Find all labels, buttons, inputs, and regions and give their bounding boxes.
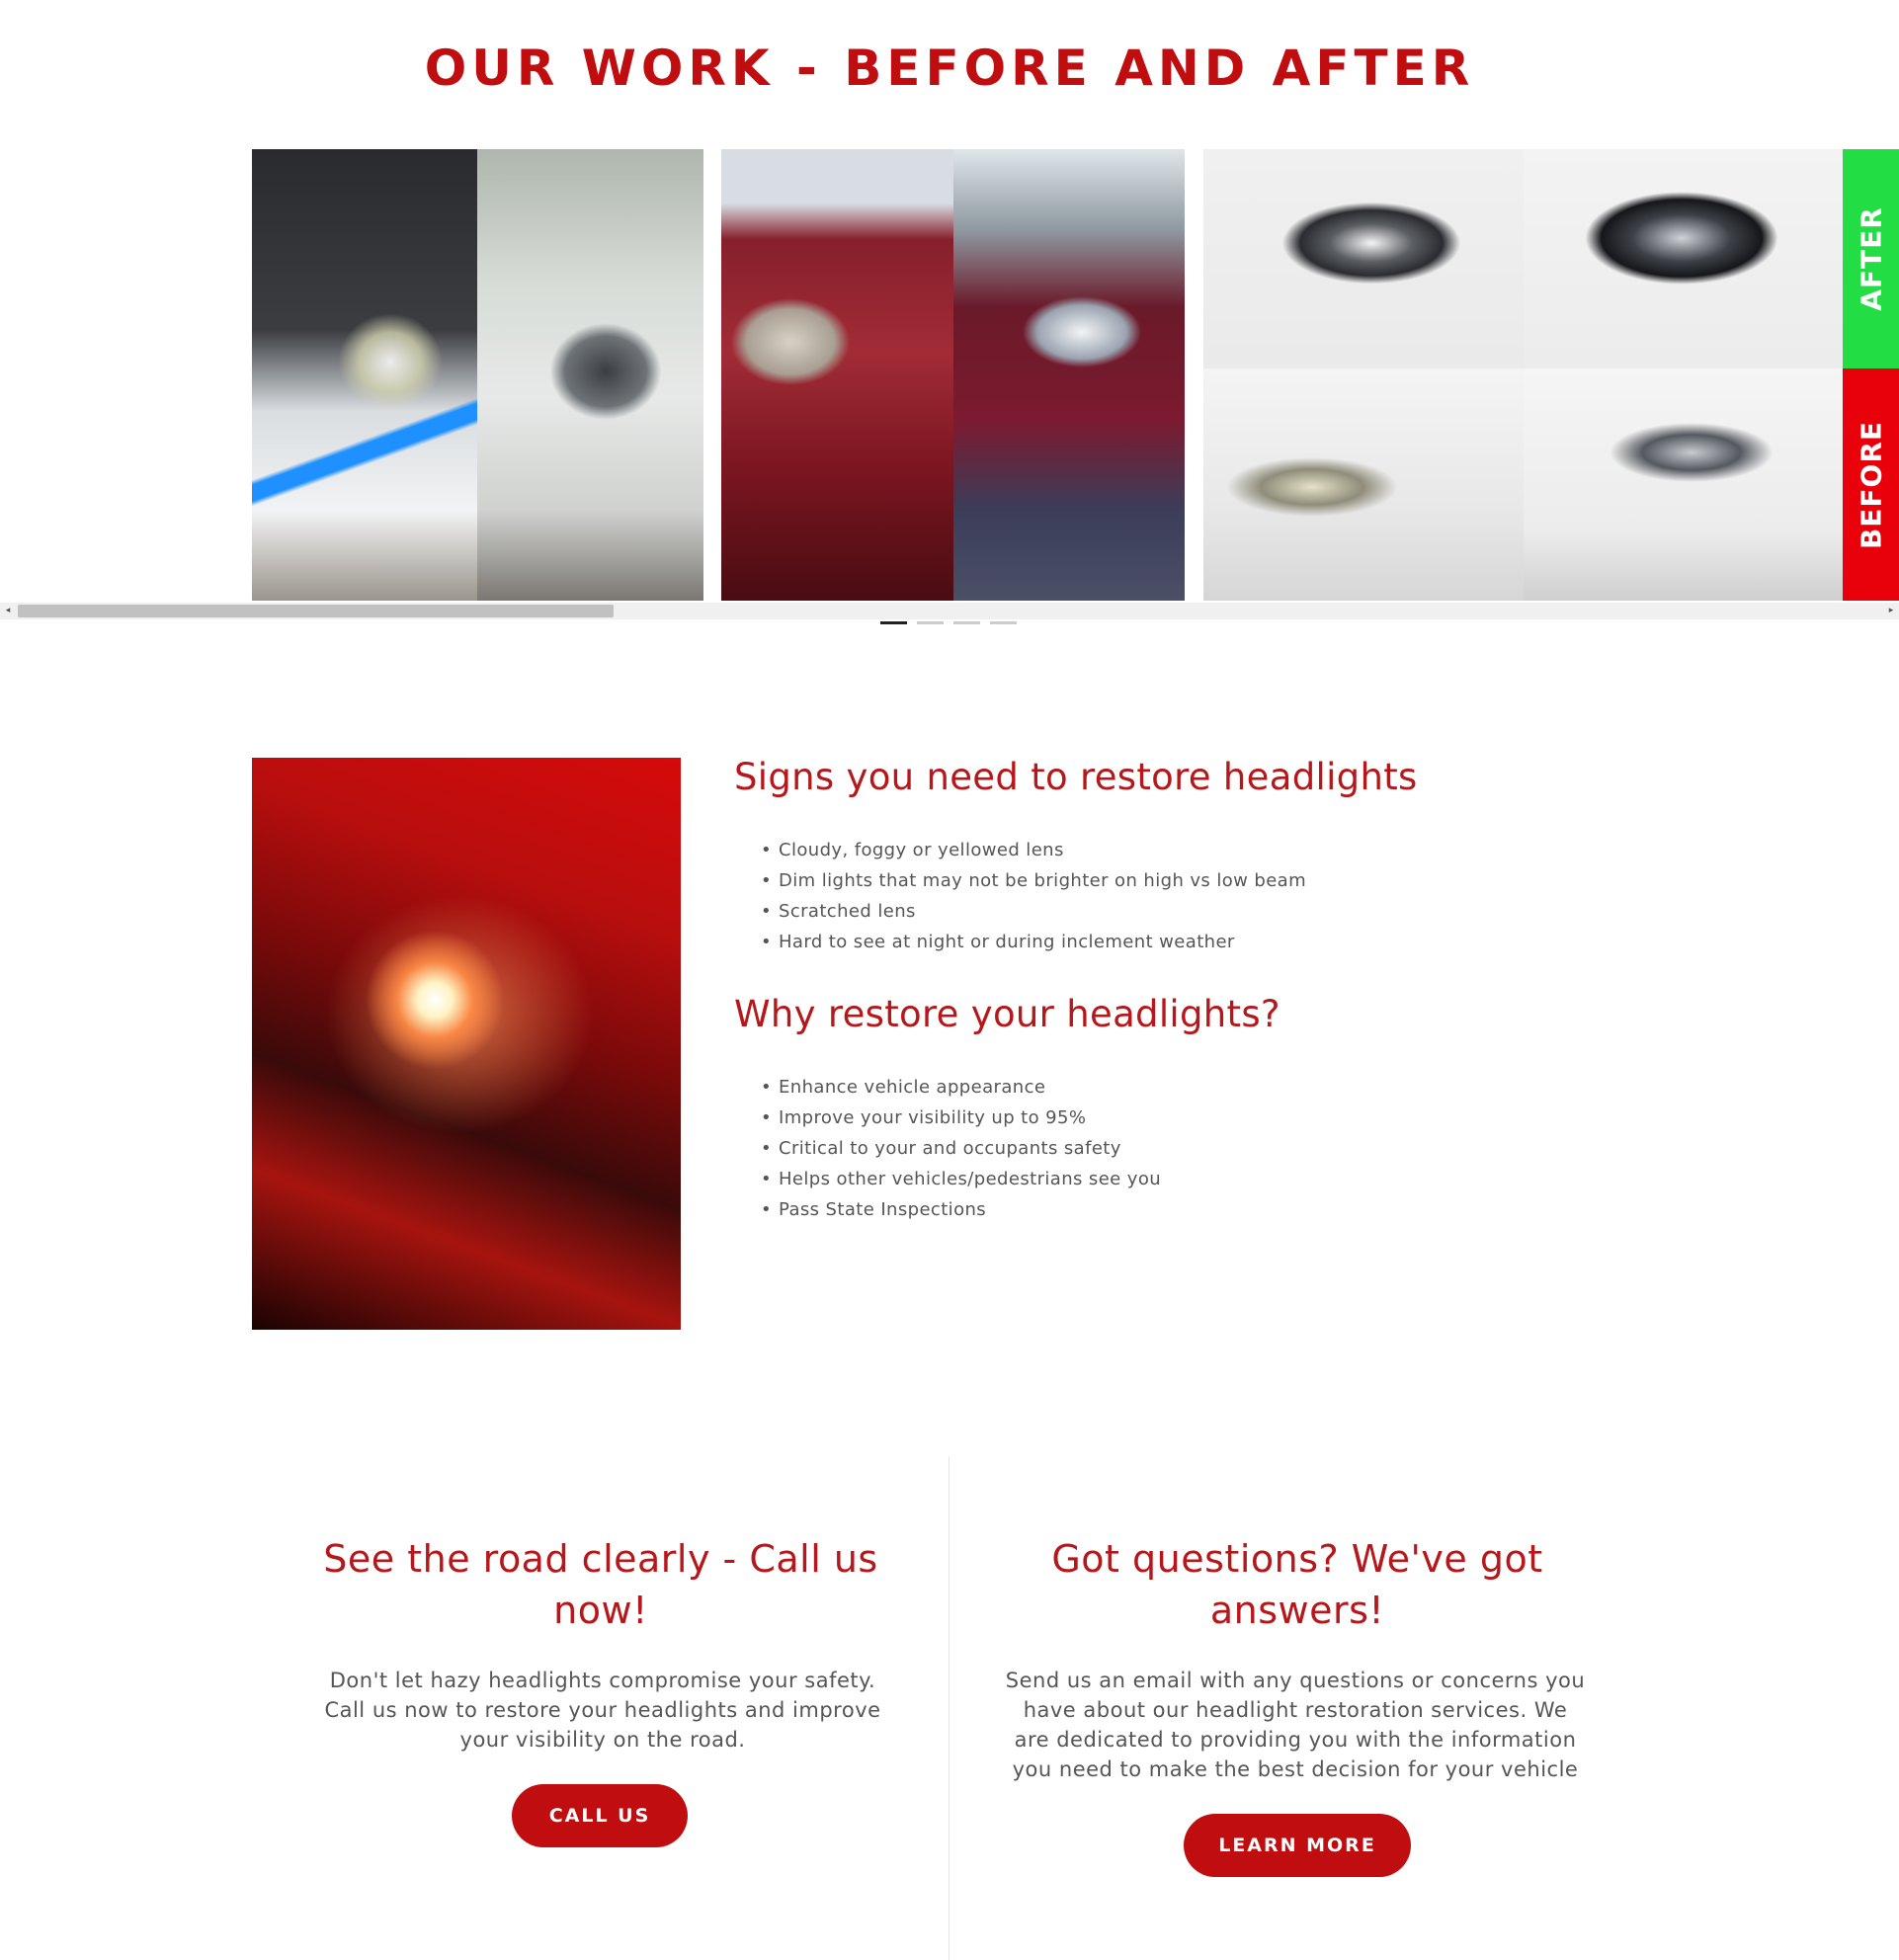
gallery-scrollbar-thumb[interactable] [18, 605, 614, 617]
questions-cta-heading: Got questions? We've got answers! [1051, 1537, 1543, 1632]
pagination-dot[interactable] [953, 621, 980, 624]
list-item: Scratched lens [735, 896, 1306, 927]
list-item: Critical to your and occupants safety [735, 1133, 1161, 1164]
before-photo-panel [721, 149, 953, 601]
list-item: Helps other vehicles/pedestrians see you [735, 1164, 1161, 1194]
list-item: Enhance vehicle appearance [735, 1072, 1161, 1102]
call-cta-text: Don't let hazy headlights compromise you… [324, 1669, 881, 1752]
after-tag: AFTER [1843, 149, 1899, 368]
after-photo-panel [477, 149, 703, 601]
gallery-title: OUR WORK - BEFORE AND AFTER [424, 40, 1475, 97]
list-item: Improve your visibility up to 95% [735, 1102, 1161, 1133]
questions-cta-text: Send us an email with any questions or c… [1005, 1669, 1586, 1781]
signs-heading: Signs you need to restore headlights [734, 756, 1418, 798]
gallery-photo-red-car[interactable] [721, 149, 1185, 601]
pagination-dot[interactable] [917, 621, 944, 624]
before-photo-panel [252, 149, 477, 601]
learn-more-button[interactable]: LEARN MORE [1184, 1814, 1411, 1877]
column-divider [949, 1456, 950, 1960]
before-label: BEFORE [1855, 420, 1887, 549]
why-heading: Why restore your headlights? [734, 993, 1280, 1035]
before-tag: BEFORE [1843, 368, 1899, 601]
headlight-photo [252, 758, 681, 1330]
scroll-right-arrow-icon[interactable]: ▸ [1883, 603, 1899, 619]
after-photo-panel [1524, 149, 1843, 368]
scroll-left-arrow-icon[interactable]: ◂ [0, 603, 16, 619]
before-photo-panel [1203, 368, 1524, 601]
why-list: Enhance vehicle appearance Improve your … [735, 1072, 1161, 1225]
signs-list: Cloudy, foggy or yellowed lens Dim light… [735, 835, 1306, 957]
after-photo-panel [953, 149, 1185, 601]
call-cta-heading: See the road clearly - Call us now! [323, 1537, 878, 1632]
before-photo-panel [1524, 368, 1843, 601]
call-us-button[interactable]: CALL US [512, 1784, 688, 1847]
gallery-pagination [880, 621, 1017, 624]
gallery-scrollbar[interactable]: ◂ ▸ [0, 603, 1899, 619]
list-item: Pass State Inspections [735, 1194, 1161, 1225]
after-label: AFTER [1855, 206, 1887, 311]
pagination-dot[interactable] [990, 621, 1017, 624]
list-item: Hard to see at night or during inclement… [735, 927, 1306, 957]
list-item: Cloudy, foggy or yellowed lens [735, 835, 1306, 865]
list-item: Dim lights that may not be brighter on h… [735, 865, 1306, 896]
gallery-photo-white-sedan-grid[interactable]: AFTER BEFORE [1203, 149, 1899, 601]
pagination-dot[interactable] [880, 621, 907, 624]
after-photo-panel [1203, 149, 1524, 368]
gallery-photo-white-car[interactable] [252, 149, 703, 601]
